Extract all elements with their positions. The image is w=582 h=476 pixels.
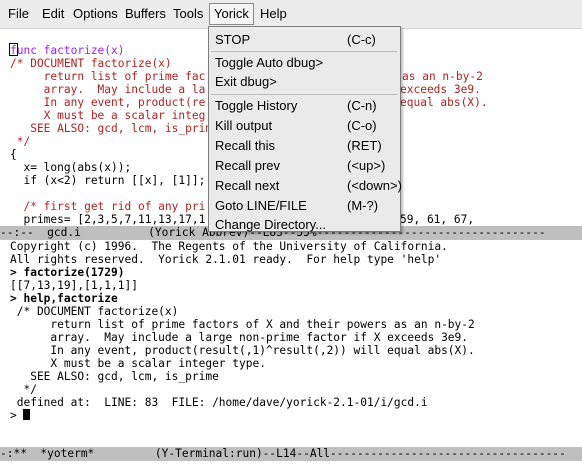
code-line-2: /* DOCUMENT factorize(x) bbox=[10, 57, 172, 70]
terminal-cursor bbox=[23, 409, 31, 420]
code-line-13: /* first get rid of any pri bbox=[10, 200, 206, 213]
menu-buffers[interactable]: Buffers bbox=[125, 6, 166, 21]
menu-item-recall-this[interactable]: Recall this (RET) bbox=[215, 136, 395, 156]
term-line-7: return list of prime factors of X and th… bbox=[10, 318, 475, 331]
term-line-2: All rights reserved. Yorick 2.1.01 ready… bbox=[10, 253, 442, 266]
term-line-12: */ bbox=[10, 383, 37, 396]
code-tail-3: as an n-by-2 bbox=[402, 70, 483, 83]
menu-yorick[interactable]: Yorick bbox=[209, 3, 254, 25]
term-line-5: > help,factorize bbox=[10, 292, 118, 305]
menu-file[interactable]: File bbox=[8, 6, 29, 21]
code-tail-5: equal abs(X). bbox=[400, 96, 488, 109]
menu-bar: File Edit Options Buffers Tools Yorick H… bbox=[0, 0, 582, 29]
term-line-3: > factorize(1729) bbox=[10, 266, 125, 279]
menu-item-toggle-history[interactable]: Toggle History (C-n) bbox=[215, 96, 395, 116]
code-line-11: if (x<2) return [[x], [1]]; bbox=[10, 174, 206, 187]
term-prompt: > bbox=[10, 409, 24, 422]
code-line-9: { bbox=[10, 148, 17, 161]
code-line-8: */ bbox=[10, 135, 31, 148]
term-line-9: In any event, product(result(,1)^result(… bbox=[10, 344, 475, 357]
menu-item-recall-next[interactable]: Recall next (<down>) bbox=[215, 176, 402, 196]
menu-item-exit-dbug[interactable]: Exit dbug> bbox=[215, 72, 395, 92]
terminal-buffer[interactable]: Copyright (c) 1996. The Regents of the U… bbox=[0, 240, 582, 450]
menu-options[interactable]: Options bbox=[73, 6, 118, 21]
code-line-5: In any event, product(re bbox=[10, 96, 206, 109]
code-line-3: return list of prime fac bbox=[10, 70, 206, 83]
code-tail-14: 59, 61, 67, bbox=[400, 213, 475, 226]
term-prompt-line[interactable]: > bbox=[10, 409, 31, 422]
term-line-8: array. May include a large non-prime fac… bbox=[10, 331, 469, 344]
code-line-14: primes= [2,3,5,7,11,13,17,1 bbox=[10, 213, 206, 226]
term-line-1: Copyright (c) 1996. The Regents of the U… bbox=[10, 240, 448, 253]
menu-item-kill-output[interactable]: Kill output (C-o) bbox=[215, 116, 395, 136]
code-line-7: SEE ALSO: gcd, lcm, is_prim bbox=[10, 122, 213, 135]
menu-item-change-directory[interactable]: Change Directory... bbox=[215, 215, 395, 235]
term-line-13: defined at: LINE: 83 FILE: /home/dave/yo… bbox=[10, 396, 428, 409]
term-line-11: SEE ALSO: gcd, lcm, is_prime bbox=[10, 370, 219, 383]
menu-tools[interactable]: Tools bbox=[173, 6, 203, 21]
menu-item-stop[interactable]: STOP (C-c) bbox=[215, 30, 395, 50]
code-tail-4: exceeds 3e9. bbox=[400, 83, 481, 96]
term-line-10: X must be a scalar integer type. bbox=[10, 357, 266, 370]
menu-item-toggle-auto-dbug[interactable]: Toggle Auto dbug> bbox=[215, 53, 395, 73]
menu-separator bbox=[211, 94, 397, 95]
menu-item-recall-prev[interactable]: Recall prev (<up>) bbox=[215, 156, 395, 176]
code-line-6: X must be a scalar integ bbox=[10, 109, 206, 122]
menu-separator bbox=[211, 51, 397, 52]
terminal-modeline: -:** *yoterm* (Y-Terminal:run)--L14--All… bbox=[0, 447, 582, 461]
menu-help[interactable]: Help bbox=[260, 6, 287, 21]
menu-item-goto-line-file[interactable]: Goto LINE/FILE (M-?) bbox=[215, 196, 395, 216]
code-line-4: array. May include a la bbox=[10, 83, 206, 96]
yorick-menu-dropdown: STOP (C-c) Toggle Auto dbug> Exit dbug> … bbox=[208, 26, 402, 235]
term-line-6: /* DOCUMENT factorize(x) bbox=[10, 305, 179, 318]
menu-edit[interactable]: Edit bbox=[42, 6, 64, 21]
code-line-1: func factorize(x) bbox=[9, 43, 125, 57]
term-line-4: [[7,13,19],[1,1,1]] bbox=[10, 279, 138, 292]
code-line-10: x= long(abs(x)); bbox=[10, 161, 132, 174]
